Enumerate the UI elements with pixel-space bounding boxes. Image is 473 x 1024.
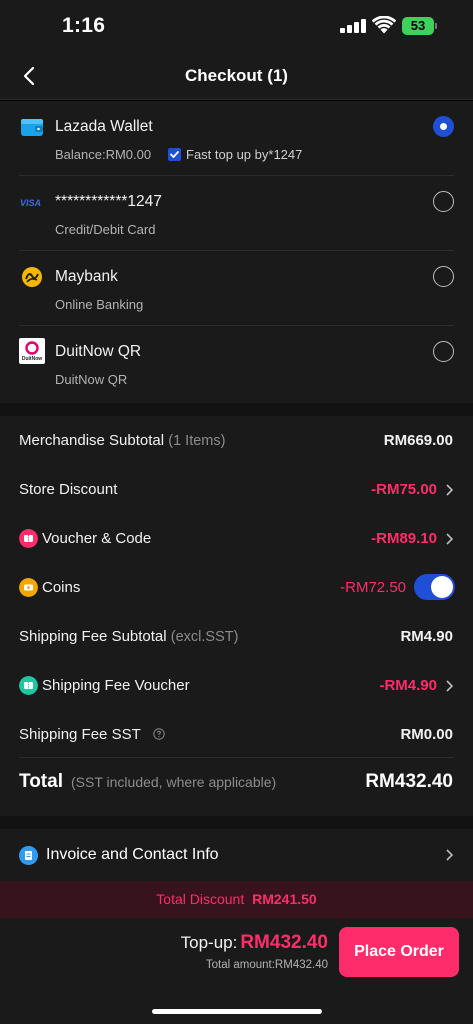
help-icon[interactable] [152, 728, 165, 740]
visa-icon: VISA [20, 198, 41, 208]
nav-bar: Checkout (1) [0, 52, 473, 100]
battery-icon: 53 [402, 17, 434, 35]
voucher-row[interactable]: Voucher & Code -RM89.10 [0, 514, 473, 563]
radio-card[interactable] [433, 191, 454, 212]
store-discount-value: -RM75.00 [371, 481, 437, 498]
shipping-sst-row: Shipping Fee SST RM0.00 [0, 710, 473, 759]
shipping-voucher-icon [19, 676, 38, 695]
voucher-label: Voucher & Code [42, 530, 152, 547]
svg-text:VISA: VISA [20, 198, 41, 208]
wallet-icon [21, 119, 43, 136]
invoice-icon [19, 846, 38, 865]
place-order-button[interactable]: Place Order [339, 927, 459, 977]
payment-subtitle: DuitNow QR [55, 372, 128, 387]
shipping-subtotal-text: Shipping Fee Subtotal [19, 628, 167, 645]
payment-option-card[interactable]: VISA ************1247 Credit/Debit Card [0, 176, 473, 251]
invoice-label: Invoice and Contact Info [46, 846, 219, 863]
home-indicator [152, 1009, 322, 1014]
merchandise-subtotal-label: Merchandise Subtotal (1 Items) [19, 432, 225, 449]
coins-label: Coins [42, 579, 81, 596]
payment-option-duitnow[interactable]: DuitNow DuitNow QR DuitNow QR [0, 326, 473, 401]
total-amount: Total amount:RM432.40 [205, 959, 328, 971]
shipping-voucher-value: -RM4.90 [379, 677, 437, 694]
shipping-subtotal-value: RM4.90 [400, 628, 453, 645]
coins-row: Coins -RM72.50 [0, 563, 473, 612]
total-value: RM432.40 [365, 771, 453, 792]
wifi-icon [372, 16, 396, 34]
voucher-icon [19, 529, 38, 548]
chevron-right-icon [446, 849, 454, 861]
checkout-footer: Top-up: RM432.40 Total amount:RM432.40 Pl… [0, 918, 473, 1024]
payment-subtitle: Online Banking [55, 297, 144, 312]
merchandise-subtotal-text: Merchandise Subtotal [19, 432, 165, 449]
status-bar: 1:16 53 [0, 0, 473, 52]
shipping-voucher-label: Shipping Fee Voucher [42, 677, 190, 694]
radio-duitnow[interactable] [433, 341, 454, 362]
payment-option-maybank[interactable]: Maybank Online Banking [0, 251, 473, 326]
payment-option-lazada-wallet[interactable]: Lazada Wallet Balance:RM0.00 Fast top up… [0, 101, 473, 176]
shipping-voucher-row[interactable]: Shipping Fee Voucher -RM4.90 [0, 661, 473, 710]
coins-value: -RM72.50 [340, 579, 406, 596]
payment-title: Lazada Wallet [55, 118, 153, 135]
chevron-right-icon [446, 680, 454, 692]
store-discount-row[interactable]: Store Discount -RM75.00 [0, 465, 473, 514]
shipping-subtotal-row: Shipping Fee Subtotal (excl.SST) RM4.90 [0, 612, 473, 661]
page-title: Checkout (1) [185, 66, 288, 85]
wallet-balance: Balance:RM0.00 [55, 147, 152, 162]
divider [19, 757, 454, 758]
total-discount-value: RM241.50 [252, 891, 317, 907]
shipping-sst-text: Shipping Fee SST [19, 726, 141, 743]
shipping-sst-label: Shipping Fee SST [19, 726, 165, 743]
fast-topup-label: Fast top up by*1247 [186, 147, 303, 162]
total-discount-banner: Total Discount RM241.50 [0, 881, 473, 918]
maybank-icon [22, 267, 42, 287]
battery-nub [435, 23, 437, 29]
payment-title: ************1247 [55, 193, 162, 210]
status-time: 1:16 [62, 14, 106, 37]
order-summary: Merchandise Subtotal (1 Items) RM669.00 … [0, 416, 473, 816]
radio-maybank[interactable] [433, 266, 454, 287]
shipping-subtotal-note: (excl.SST) [170, 629, 239, 645]
svg-text:DuitNow: DuitNow [22, 356, 42, 362]
topup-label: Top-up: [180, 933, 238, 952]
payment-methods-section: Lazada Wallet Balance:RM0.00 Fast top up… [0, 101, 473, 403]
total-note: (SST included, where applicable) [71, 774, 277, 790]
payment-title: Maybank [55, 268, 118, 285]
voucher-value: -RM89.10 [371, 530, 437, 547]
section-separator [0, 816, 473, 829]
coins-toggle[interactable] [414, 574, 455, 600]
invoice-contact-row[interactable]: Invoice and Contact Info [0, 829, 473, 881]
chevron-right-icon [446, 533, 454, 545]
total-discount-label: Total Discount [156, 891, 245, 907]
item-count: (1 Items) [168, 433, 226, 449]
shipping-sst-value: RM0.00 [400, 726, 453, 743]
checkmark-icon [170, 151, 179, 158]
cellular-signal-icon [340, 19, 366, 33]
total-label: Total [19, 771, 63, 792]
duitnow-icon: DuitNow [19, 338, 45, 364]
fast-topup-checkbox[interactable] [168, 148, 181, 161]
merchandise-subtotal-row: Merchandise Subtotal (1 Items) RM669.00 [0, 416, 473, 465]
shipping-subtotal-label: Shipping Fee Subtotal (excl.SST) [19, 628, 238, 645]
payment-subtitle: Credit/Debit Card [55, 222, 156, 237]
coins-icon [19, 578, 38, 597]
section-separator [0, 403, 473, 416]
topup-summary: Top-up: RM432.40 [181, 932, 328, 954]
store-discount-label: Store Discount [19, 481, 118, 498]
merchandise-subtotal-value: RM669.00 [383, 432, 453, 449]
radio-lazada-wallet[interactable] [433, 116, 454, 137]
topup-amount: RM432.40 [240, 932, 328, 953]
chevron-right-icon [446, 484, 454, 496]
payment-title: DuitNow QR [55, 343, 142, 360]
